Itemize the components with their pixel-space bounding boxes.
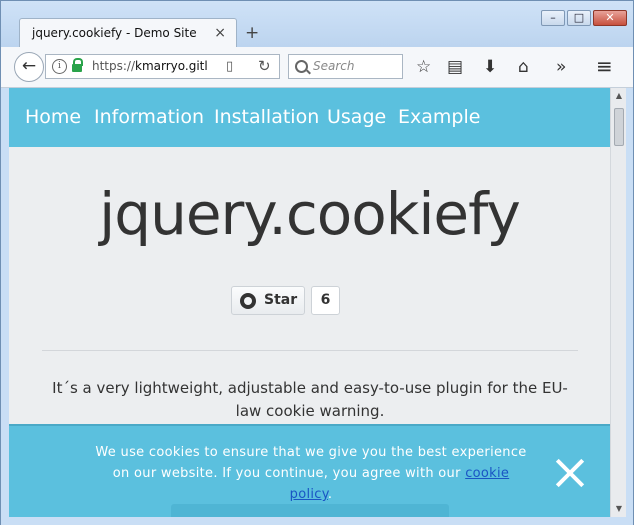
nav-link-example[interactable]: Example: [398, 106, 480, 128]
url-text[interactable]: https://kmarryo.gitl: [92, 59, 216, 73]
browser-window: jquery.cookiefy - Demo Site × + – □ ✕ ← …: [0, 0, 634, 525]
nav-link-information[interactable]: Information: [94, 106, 204, 128]
new-tab-button[interactable]: +: [245, 23, 259, 43]
window-frame-bottom: [1, 517, 633, 525]
window-controls: – □ ✕: [541, 10, 627, 26]
search-placeholder: Search: [313, 59, 355, 73]
page-title: jquery.cookiefy: [99, 180, 521, 248]
cookie-close-icon[interactable]: [550, 453, 590, 493]
library-icon[interactable]: ▤: [447, 57, 463, 77]
lead-paragraph: It´s a very lightweight, adjustable and …: [52, 379, 568, 420]
maximize-icon: □: [573, 11, 585, 24]
minimize-icon: –: [550, 11, 556, 24]
overflow-icon[interactable]: »: [556, 57, 566, 77]
cookie-message: We use cookies to ensure that we give yo…: [91, 442, 531, 505]
nav-link-usage[interactable]: Usage: [327, 106, 386, 128]
url-host: kmarryo.gitl: [135, 59, 208, 73]
site-navbar: Home Information Installation Usage Exam…: [9, 88, 610, 147]
window-frame-right: [626, 88, 633, 517]
scroll-thumb[interactable]: [614, 108, 624, 146]
github-icon: [240, 293, 256, 309]
address-bar[interactable]: i https://kmarryo.gitl ▯ ↻: [45, 54, 280, 79]
cookie-message-text: We use cookies to ensure that we give yo…: [95, 445, 527, 481]
search-icon: [295, 60, 308, 73]
back-button[interactable]: ←: [14, 52, 44, 82]
bookmark-star-icon[interactable]: ☆: [416, 57, 431, 77]
nav-link-installation[interactable]: Installation: [214, 106, 319, 128]
browser-tab[interactable]: jquery.cookiefy - Demo Site ×: [19, 18, 237, 48]
close-window-button[interactable]: ✕: [593, 10, 627, 26]
github-star-button[interactable]: Star: [231, 286, 305, 315]
maximize-button[interactable]: □: [567, 10, 591, 26]
tab-close-icon[interactable]: ×: [214, 25, 226, 41]
close-icon: ✕: [605, 11, 615, 24]
page-viewport: Home Information Installation Usage Exam…: [9, 88, 610, 517]
nav-link-home[interactable]: Home: [25, 106, 81, 128]
cookie-message-end: .: [327, 487, 333, 502]
tab-title: jquery.cookiefy - Demo Site: [32, 26, 197, 40]
divider: [42, 350, 578, 351]
scroll-up-arrow[interactable]: ▲: [611, 88, 627, 104]
home-icon[interactable]: ⌂: [518, 57, 529, 77]
star-count[interactable]: 6: [311, 286, 340, 315]
info-icon[interactable]: i: [52, 59, 67, 74]
menu-icon[interactable]: ≡: [596, 54, 613, 78]
navigation-toolbar: ← i https://kmarryo.gitl ▯ ↻ Search ☆ ▤ …: [1, 47, 633, 88]
obscured-button: [171, 504, 449, 517]
download-icon[interactable]: ⬇: [483, 57, 497, 77]
vertical-scrollbar[interactable]: ▲ ▼: [610, 88, 627, 517]
lock-icon[interactable]: [72, 58, 83, 72]
title-bar: jquery.cookiefy - Demo Site × + – □ ✕: [1, 1, 633, 48]
cookie-banner: We use cookies to ensure that we give yo…: [9, 424, 610, 517]
minimize-button[interactable]: –: [541, 10, 565, 26]
reader-view-icon[interactable]: ▯: [226, 59, 233, 74]
star-label: Star: [264, 292, 298, 308]
url-scheme: https://: [92, 59, 136, 73]
scroll-down-arrow[interactable]: ▼: [611, 501, 627, 517]
search-input[interactable]: Search: [288, 54, 403, 79]
reload-icon[interactable]: ↻: [258, 57, 271, 75]
